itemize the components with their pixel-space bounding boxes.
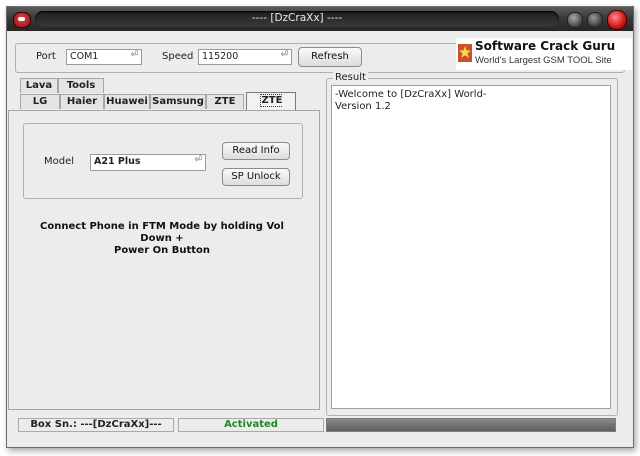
maximize-button[interactable] <box>587 12 603 28</box>
result-legend: Result <box>333 72 368 83</box>
ftm-instruction: Connect Phone in FTM Mode by holding Vol… <box>40 221 284 256</box>
result-group: Result -Welcome to [DzCraXx] World- Vers… <box>326 72 618 416</box>
ad-title: Software Crack Guru <box>475 39 616 53</box>
port-select[interactable]: COM1 ⏎ <box>66 49 142 65</box>
minimize-button[interactable] <box>567 12 583 28</box>
result-log[interactable]: -Welcome to [DzCraXx] World- Version 1.2 <box>331 85 611 409</box>
speed-label: Speed <box>162 51 194 62</box>
title-well: ---- [DzCraXx] ---- <box>35 11 559 27</box>
refresh-button[interactable]: Refresh <box>298 47 362 67</box>
port-value: COM1 <box>70 51 99 62</box>
read-info-button[interactable]: Read Info <box>222 142 290 160</box>
model-value: A21 Plus <box>94 156 141 167</box>
speed-select[interactable]: 115200 ⏎ <box>198 49 292 65</box>
tab-tools[interactable]: Tools <box>58 78 104 93</box>
title-bar[interactable]: ---- [DzCraXx] ---- <box>7 7 633 31</box>
dropdown-arrow-icon: ⏎ <box>280 50 288 60</box>
tab-huawei[interactable]: Huawei <box>104 94 150 109</box>
activation-status: Activated <box>178 418 324 432</box>
status-bar: Box Sn.: ---[DzCraXx]--- Activated <box>8 418 620 436</box>
close-button[interactable] <box>607 10 627 30</box>
zte-gsm-panel: Model A21 Plus ⏎ Read Info SP Unlock Con… <box>8 110 320 410</box>
ad-subtitle: World's Largest GSM TOOL Site <box>475 55 612 66</box>
window-title: ---- [DzCraXx] ---- <box>251 12 343 24</box>
watermark-ad[interactable]: Software Crack Guru World's Largest GSM … <box>456 38 632 70</box>
model-select[interactable]: A21 Plus ⏎ <box>90 154 206 171</box>
model-label: Model <box>44 156 75 167</box>
result-line: Version 1.2 <box>335 101 391 112</box>
tab-lg[interactable]: LG <box>20 94 60 109</box>
tab-samsung[interactable]: Samsung <box>150 94 206 109</box>
app-icon[interactable] <box>13 12 31 28</box>
tab-haier[interactable]: Haier <box>60 94 104 109</box>
sp-unlock-button[interactable]: SP Unlock <box>222 168 290 186</box>
box-serial-status: Box Sn.: ---[DzCraXx]--- <box>18 418 174 432</box>
dropdown-arrow-icon: ⏎ <box>194 155 202 165</box>
tab-zte-gsm[interactable]: ZTE GSM <box>246 92 296 123</box>
progress-bar <box>326 418 616 432</box>
speed-value: 115200 <box>202 51 239 62</box>
port-label: Port <box>36 51 56 62</box>
model-group: Model A21 Plus ⏎ Read Info SP Unlock <box>23 123 303 199</box>
result-line: -Welcome to [DzCraXx] World- <box>335 89 487 100</box>
dropdown-arrow-icon: ⏎ <box>130 50 138 60</box>
brand-tabs: Lava Tools LG Haier Huawei Samsung ZTE Z… <box>8 72 320 410</box>
tab-zte[interactable]: ZTE <box>206 94 244 109</box>
star-logo-icon <box>458 44 472 62</box>
tab-lava[interactable]: Lava <box>20 78 58 93</box>
